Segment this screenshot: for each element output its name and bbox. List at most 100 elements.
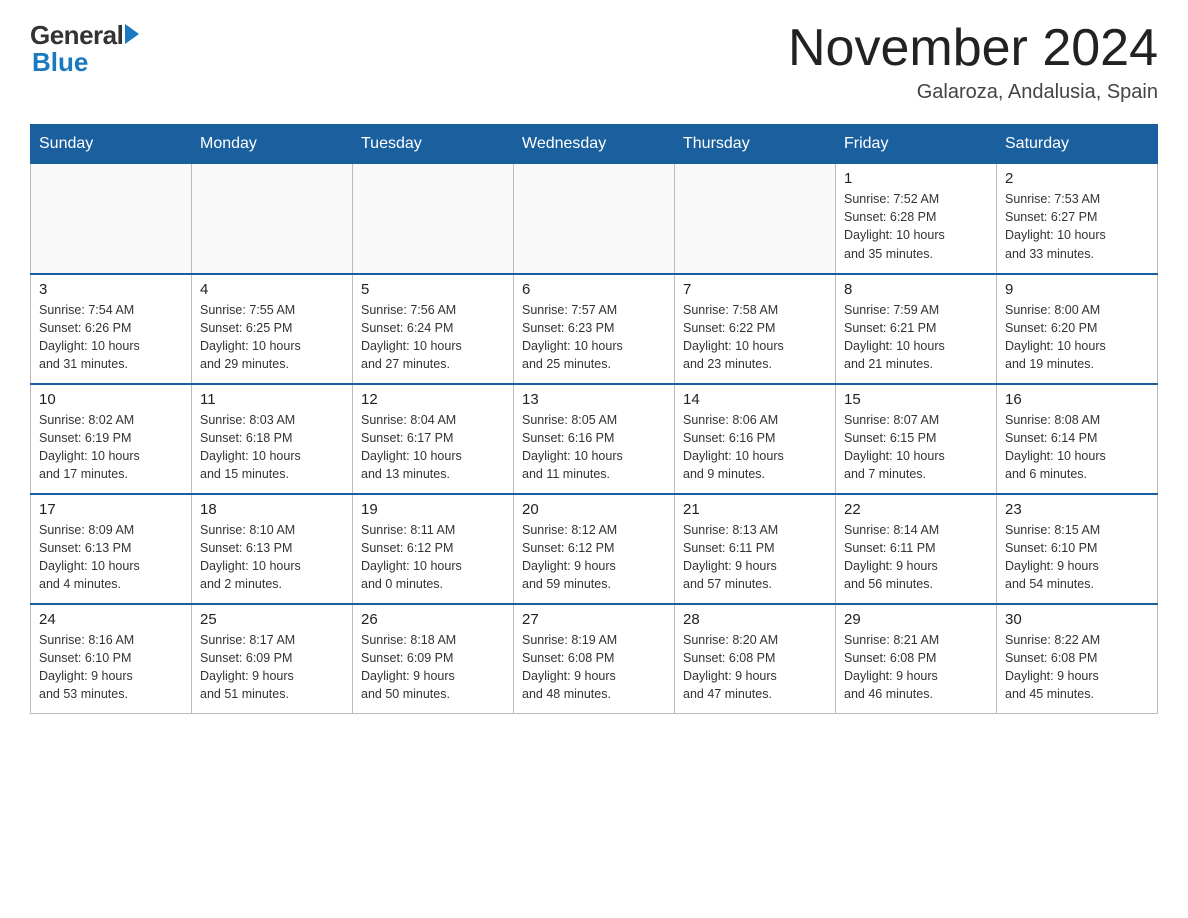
calendar-cell: 27 Sunrise: 8:19 AM Sunset: 6:08 PM Dayli…: [514, 604, 675, 714]
calendar-cell: 30Sunrise: 8:22 AM Sunset: 6:08 PM Dayli…: [997, 604, 1158, 714]
day-number: 27: [522, 611, 666, 628]
day-info: Sunrise: 8:16 AM Sunset: 6:10 PM Dayligh…: [39, 631, 183, 704]
calendar-cell: 4 Sunrise: 7:55 AM Sunset: 6:25 PM Daylig…: [192, 274, 353, 384]
calendar-cell: 25 Sunrise: 8:17 AM Sunset: 6:09 PM Dayli…: [192, 604, 353, 714]
day-number: 9: [1005, 281, 1149, 298]
day-number: 24: [39, 611, 183, 628]
calendar-week-row: 17 Sunrise: 8:09 AM Sunset: 6:13 PM Dayli…: [31, 494, 1158, 604]
calendar-cell: 3 Sunrise: 7:54 AM Sunset: 6:26 PM Daylig…: [31, 274, 192, 384]
day-info: Sunrise: 8:06 AM Sunset: 6:16 PM Dayligh…: [683, 411, 827, 484]
day-number: 23: [1005, 501, 1149, 518]
day-info: Sunrise: 7:59 AM Sunset: 6:21 PM Dayligh…: [844, 301, 988, 374]
calendar-cell: 8Sunrise: 7:59 AM Sunset: 6:21 PM Daylig…: [836, 274, 997, 384]
day-number: 20: [522, 501, 666, 518]
day-number: 14: [683, 391, 827, 408]
day-info: Sunrise: 7:57 AM Sunset: 6:23 PM Dayligh…: [522, 301, 666, 374]
day-info: Sunrise: 8:08 AM Sunset: 6:14 PM Dayligh…: [1005, 411, 1149, 484]
day-info: Sunrise: 8:14 AM Sunset: 6:11 PM Dayligh…: [844, 521, 988, 594]
day-number: 29: [844, 611, 988, 628]
month-title: November 2024: [788, 20, 1158, 77]
day-info: Sunrise: 8:13 AM Sunset: 6:11 PM Dayligh…: [683, 521, 827, 594]
day-number: 4: [200, 281, 344, 298]
day-number: 30: [1005, 611, 1149, 628]
day-number: 22: [844, 501, 988, 518]
calendar-cell: 5Sunrise: 7:56 AM Sunset: 6:24 PM Daylig…: [353, 274, 514, 384]
day-info: Sunrise: 7:56 AM Sunset: 6:24 PM Dayligh…: [361, 301, 505, 374]
day-number: 7: [683, 281, 827, 298]
calendar-cell: 6 Sunrise: 7:57 AM Sunset: 6:23 PM Daylig…: [514, 274, 675, 384]
day-number: 12: [361, 391, 505, 408]
calendar-cell: 24 Sunrise: 8:16 AM Sunset: 6:10 PM Dayli…: [31, 604, 192, 714]
calendar-week-row: 10 Sunrise: 8:02 AM Sunset: 6:19 PM Dayli…: [31, 384, 1158, 494]
calendar-header-sunday: Sunday: [31, 125, 192, 164]
day-info: Sunrise: 8:02 AM Sunset: 6:19 PM Dayligh…: [39, 411, 183, 484]
calendar-cell: 16 Sunrise: 8:08 AM Sunset: 6:14 PM Dayli…: [997, 384, 1158, 494]
logo-triangle-icon: [125, 24, 139, 44]
day-info: Sunrise: 8:07 AM Sunset: 6:15 PM Dayligh…: [844, 411, 988, 484]
calendar-cell: [353, 164, 514, 274]
calendar-cell: 21 Sunrise: 8:13 AM Sunset: 6:11 PM Dayli…: [675, 494, 836, 604]
calendar-cell: 19 Sunrise: 8:11 AM Sunset: 6:12 PM Dayli…: [353, 494, 514, 604]
day-number: 17: [39, 501, 183, 518]
calendar-cell: 14 Sunrise: 8:06 AM Sunset: 6:16 PM Dayli…: [675, 384, 836, 494]
day-info: Sunrise: 7:54 AM Sunset: 6:26 PM Dayligh…: [39, 301, 183, 374]
calendar-cell: 28 Sunrise: 8:20 AM Sunset: 6:08 PM Dayli…: [675, 604, 836, 714]
day-info: Sunrise: 7:52 AM Sunset: 6:28 PM Dayligh…: [844, 190, 988, 263]
title-block: November 2024 Galaroza, Andalusia, Spain: [788, 20, 1158, 104]
day-number: 21: [683, 501, 827, 518]
day-number: 6: [522, 281, 666, 298]
day-info: Sunrise: 8:00 AM Sunset: 6:20 PM Dayligh…: [1005, 301, 1149, 374]
day-info: Sunrise: 8:15 AM Sunset: 6:10 PM Dayligh…: [1005, 521, 1149, 594]
calendar-cell: [192, 164, 353, 274]
calendar-header-saturday: Saturday: [997, 125, 1158, 164]
calendar-cell: [675, 164, 836, 274]
calendar-week-row: 1 Sunrise: 7:52 AM Sunset: 6:28 PM Daylig…: [31, 164, 1158, 274]
calendar-cell: 18Sunrise: 8:10 AM Sunset: 6:13 PM Dayli…: [192, 494, 353, 604]
calendar-cell: [31, 164, 192, 274]
day-info: Sunrise: 7:55 AM Sunset: 6:25 PM Dayligh…: [200, 301, 344, 374]
day-number: 15: [844, 391, 988, 408]
day-number: 1: [844, 170, 988, 187]
location-text: Galaroza, Andalusia, Spain: [788, 81, 1158, 104]
day-info: Sunrise: 8:10 AM Sunset: 6:13 PM Dayligh…: [200, 521, 344, 594]
day-info: Sunrise: 8:05 AM Sunset: 6:16 PM Dayligh…: [522, 411, 666, 484]
day-info: Sunrise: 8:09 AM Sunset: 6:13 PM Dayligh…: [39, 521, 183, 594]
calendar-cell: 20 Sunrise: 8:12 AM Sunset: 6:12 PM Dayli…: [514, 494, 675, 604]
day-number: 13: [522, 391, 666, 408]
calendar-cell: 17 Sunrise: 8:09 AM Sunset: 6:13 PM Dayli…: [31, 494, 192, 604]
calendar-cell: 1 Sunrise: 7:52 AM Sunset: 6:28 PM Daylig…: [836, 164, 997, 274]
day-info: Sunrise: 8:21 AM Sunset: 6:08 PM Dayligh…: [844, 631, 988, 704]
page-header: General Blue November 2024 Galaroza, And…: [30, 20, 1158, 104]
day-info: Sunrise: 8:12 AM Sunset: 6:12 PM Dayligh…: [522, 521, 666, 594]
day-number: 10: [39, 391, 183, 408]
day-info: Sunrise: 8:17 AM Sunset: 6:09 PM Dayligh…: [200, 631, 344, 704]
calendar-cell: 23 Sunrise: 8:15 AM Sunset: 6:10 PM Dayli…: [997, 494, 1158, 604]
day-number: 16: [1005, 391, 1149, 408]
calendar-header-row: SundayMondayTuesdayWednesdayThursdayFrid…: [31, 125, 1158, 164]
calendar-header-monday: Monday: [192, 125, 353, 164]
day-info: Sunrise: 8:19 AM Sunset: 6:08 PM Dayligh…: [522, 631, 666, 704]
day-number: 2: [1005, 170, 1149, 187]
calendar-cell: 11 Sunrise: 8:03 AM Sunset: 6:18 PM Dayli…: [192, 384, 353, 494]
calendar-week-row: 24 Sunrise: 8:16 AM Sunset: 6:10 PM Dayli…: [31, 604, 1158, 714]
calendar-cell: 7 Sunrise: 7:58 AM Sunset: 6:22 PM Daylig…: [675, 274, 836, 384]
day-info: Sunrise: 7:58 AM Sunset: 6:22 PM Dayligh…: [683, 301, 827, 374]
calendar-header-tuesday: Tuesday: [353, 125, 514, 164]
calendar-cell: 13 Sunrise: 8:05 AM Sunset: 6:16 PM Dayli…: [514, 384, 675, 494]
day-number: 19: [361, 501, 505, 518]
calendar-header-thursday: Thursday: [675, 125, 836, 164]
day-number: 25: [200, 611, 344, 628]
calendar-cell: 15 Sunrise: 8:07 AM Sunset: 6:15 PM Dayli…: [836, 384, 997, 494]
day-info: Sunrise: 8:11 AM Sunset: 6:12 PM Dayligh…: [361, 521, 505, 594]
day-info: Sunrise: 8:20 AM Sunset: 6:08 PM Dayligh…: [683, 631, 827, 704]
day-info: Sunrise: 8:18 AM Sunset: 6:09 PM Dayligh…: [361, 631, 505, 704]
calendar-table: SundayMondayTuesdayWednesdayThursdayFrid…: [30, 124, 1158, 714]
day-info: Sunrise: 8:04 AM Sunset: 6:17 PM Dayligh…: [361, 411, 505, 484]
calendar-cell: 9 Sunrise: 8:00 AM Sunset: 6:20 PM Daylig…: [997, 274, 1158, 384]
day-number: 11: [200, 391, 344, 408]
day-number: 3: [39, 281, 183, 298]
day-number: 28: [683, 611, 827, 628]
day-info: Sunrise: 8:03 AM Sunset: 6:18 PM Dayligh…: [200, 411, 344, 484]
calendar-cell: 10 Sunrise: 8:02 AM Sunset: 6:19 PM Dayli…: [31, 384, 192, 494]
calendar-cell: 22 Sunrise: 8:14 AM Sunset: 6:11 PM Dayli…: [836, 494, 997, 604]
